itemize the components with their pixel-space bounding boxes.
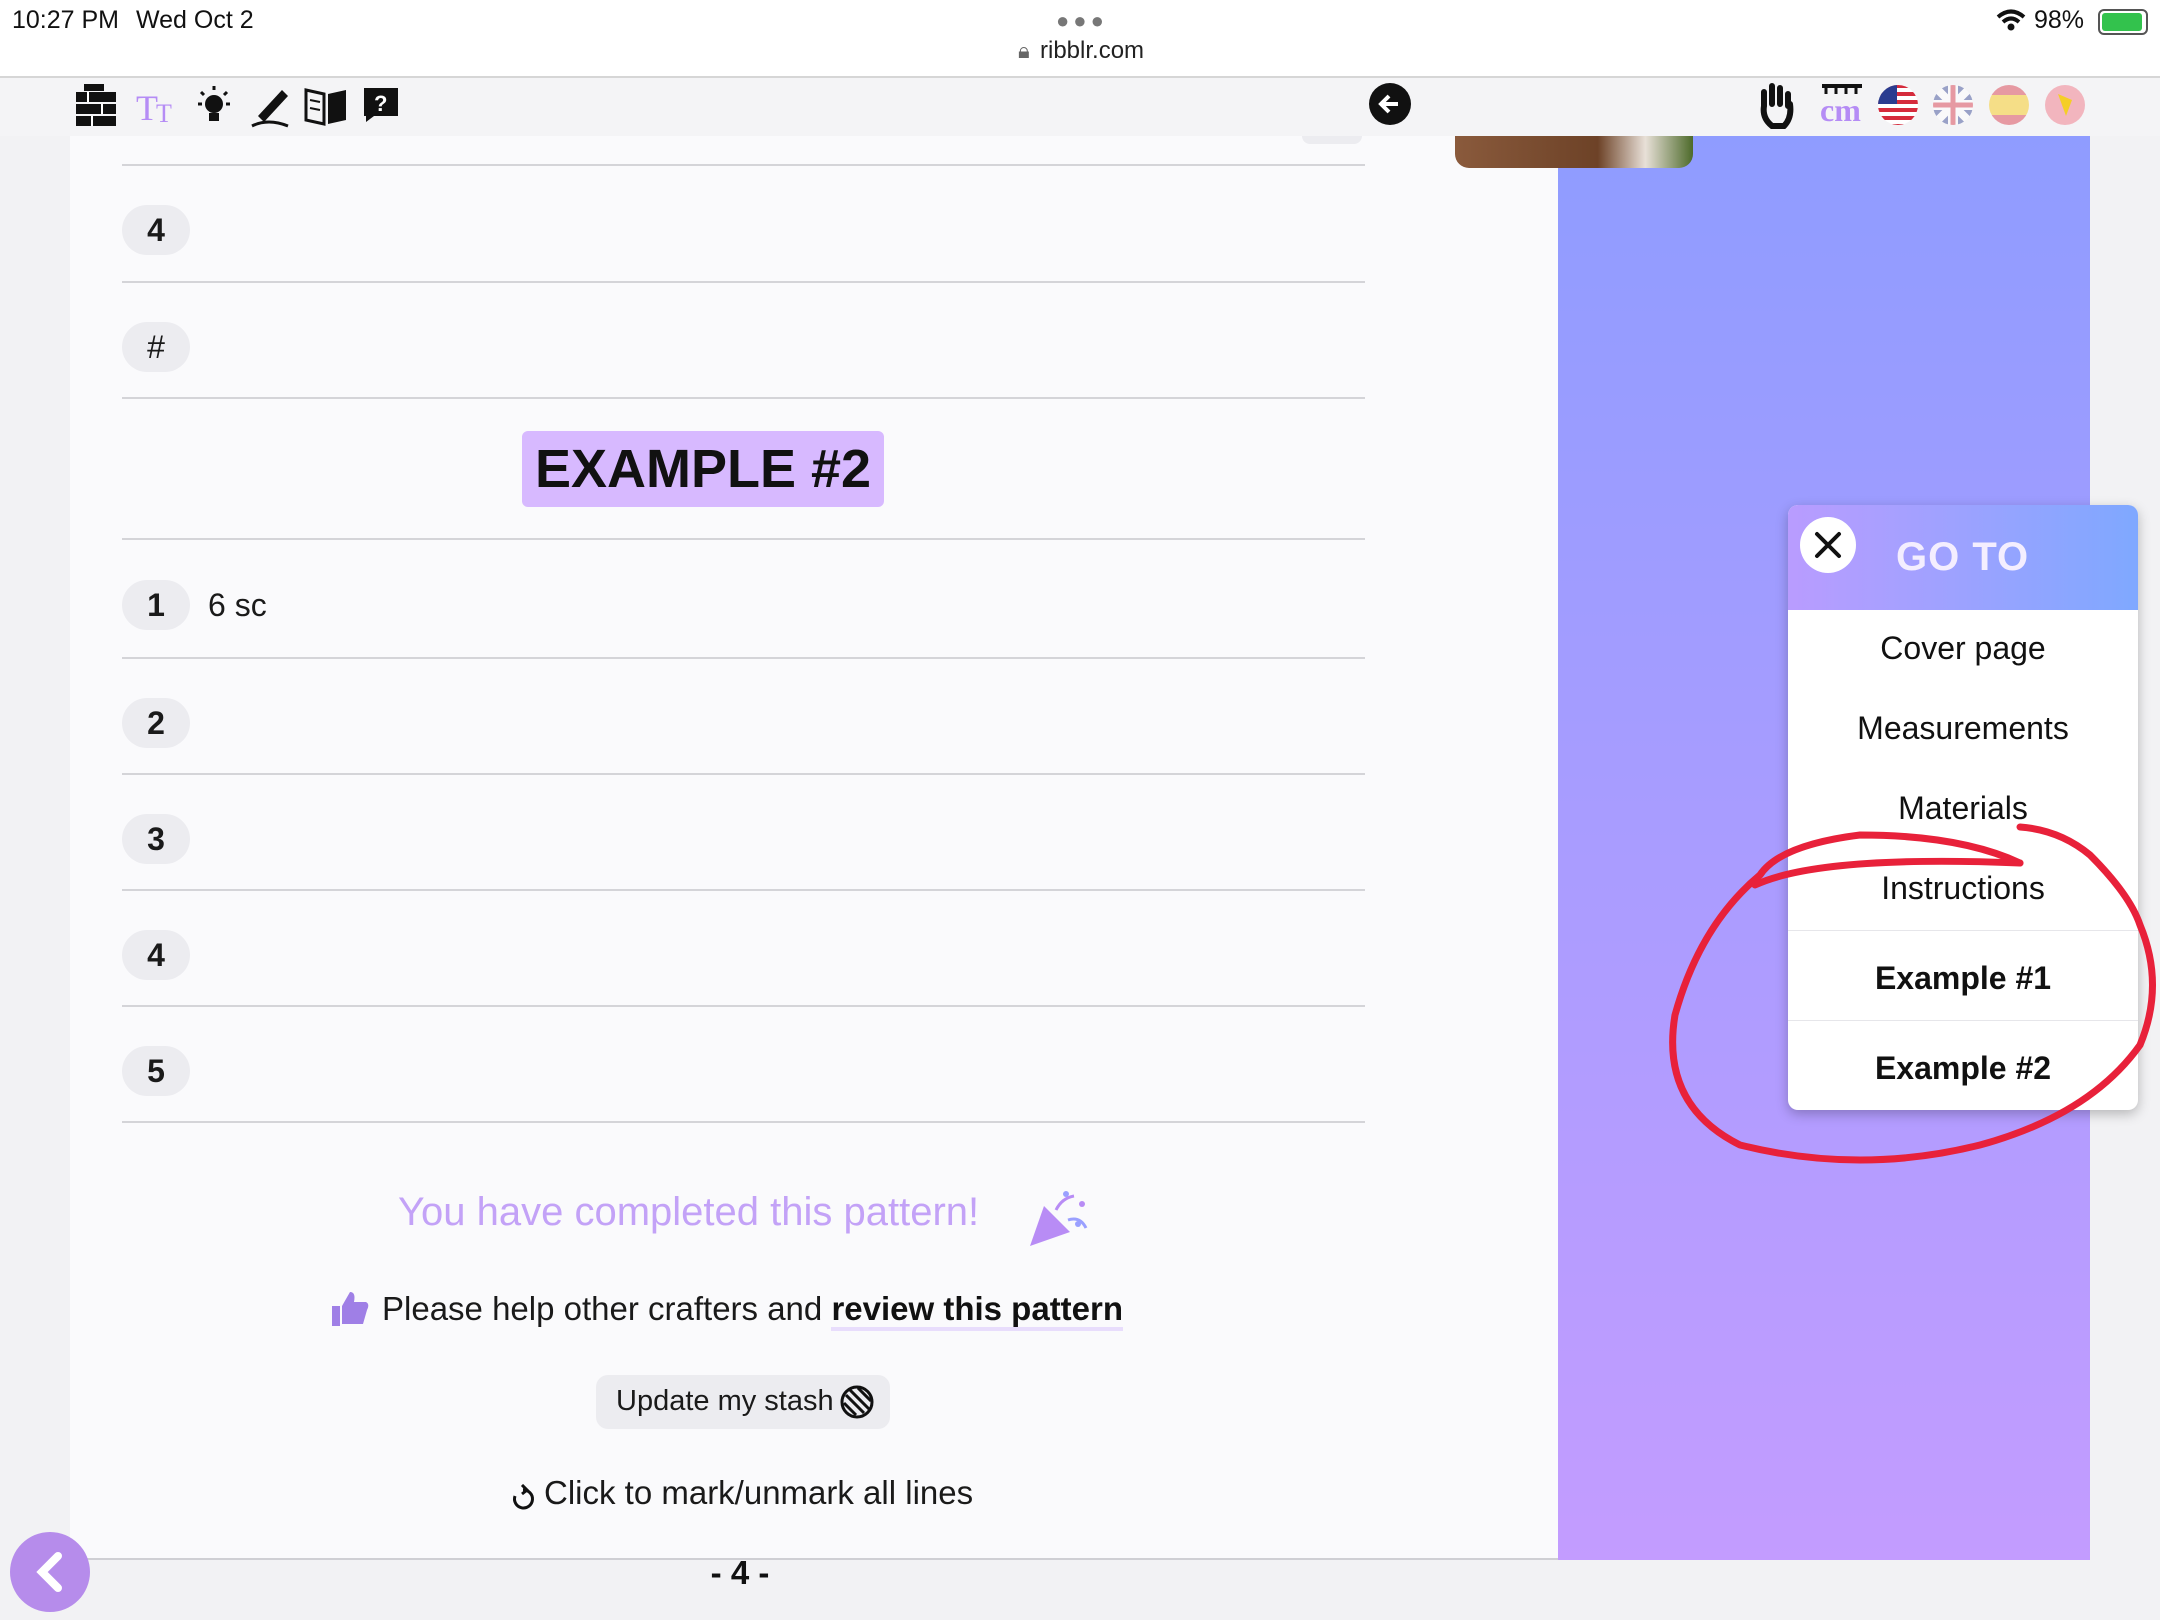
top-pill-fragment bbox=[1302, 136, 1362, 144]
pen-icon[interactable] bbox=[248, 84, 292, 128]
row-divider bbox=[122, 397, 1365, 399]
row-number[interactable]: 5 bbox=[122, 1046, 190, 1096]
close-goto-button[interactable] bbox=[1800, 517, 1856, 573]
update-stash-label: Update my stash bbox=[616, 1385, 834, 1417]
uk-flag-icon[interactable] bbox=[1932, 84, 1974, 126]
row-number[interactable]: 3 bbox=[122, 814, 190, 864]
us-flag-icon[interactable] bbox=[1877, 84, 1919, 126]
update-stash-button[interactable]: Update my stash bbox=[596, 1375, 890, 1429]
battery-icon bbox=[2098, 9, 2148, 35]
status-date: Wed Oct 2 bbox=[136, 6, 254, 34]
row-divider bbox=[122, 773, 1365, 775]
cm-label: cm bbox=[1820, 92, 1861, 128]
units-toggle[interactable]: cm bbox=[1820, 82, 1864, 130]
goto-header: GO TO bbox=[1788, 505, 2138, 610]
refresh-icon bbox=[513, 1484, 534, 1510]
book-icon[interactable] bbox=[304, 84, 348, 128]
hand-icon[interactable] bbox=[1756, 82, 1796, 130]
address-url[interactable]: ribblr.com bbox=[1040, 37, 1144, 65]
battery-percent: 98% bbox=[2034, 6, 2085, 34]
row-divider bbox=[122, 538, 1365, 540]
svg-text:T: T bbox=[136, 88, 158, 128]
wifi-icon bbox=[1996, 9, 2026, 31]
row-divider bbox=[122, 657, 1365, 659]
status-bar: 10:27 PM Wed Oct 2 ●●● 🔒︎ ribblr.com 98% bbox=[0, 0, 2160, 78]
globe-icon[interactable] bbox=[2044, 84, 2086, 126]
row-divider bbox=[122, 164, 1365, 166]
reader-toolbar: T T ? cm bbox=[0, 78, 2160, 136]
row-text[interactable]: 6 sc bbox=[208, 587, 267, 624]
close-icon bbox=[1815, 532, 1841, 558]
party-popper-icon bbox=[1030, 1191, 1088, 1246]
review-prefix: Please help other crafters and bbox=[382, 1290, 823, 1327]
more-dots-icon[interactable]: ●●● bbox=[1056, 8, 1108, 34]
row-number[interactable]: 4 bbox=[122, 205, 190, 255]
back-arrow-icon[interactable] bbox=[1368, 82, 1412, 126]
status-time: 10:27 PM bbox=[12, 6, 120, 34]
svg-text:?: ? bbox=[374, 91, 387, 116]
thumbs-up-icon bbox=[332, 1292, 369, 1326]
row-divider bbox=[122, 1005, 1365, 1007]
spain-flag-icon[interactable] bbox=[1988, 84, 2030, 126]
completed-message: You have completed this pattern! bbox=[398, 1190, 980, 1234]
page-number: - 4 - bbox=[710, 1554, 770, 1591]
section-title: EXAMPLE #2 bbox=[534, 439, 872, 499]
yarn-stash-icon[interactable] bbox=[74, 84, 118, 128]
pattern-photo bbox=[1455, 136, 1693, 168]
row-number[interactable]: # bbox=[122, 322, 190, 372]
previous-page-button[interactable] bbox=[10, 1532, 90, 1612]
row-number[interactable]: 1 bbox=[122, 580, 190, 630]
red-circle-annotation bbox=[1669, 823, 2156, 1164]
row-divider bbox=[122, 889, 1365, 891]
help-icon[interactable]: ? bbox=[362, 86, 400, 124]
pattern-page bbox=[70, 136, 1558, 1560]
lightbulb-icon[interactable] bbox=[192, 84, 236, 128]
goto-title: GO TO bbox=[1896, 535, 2030, 579]
text-size-icon[interactable]: T T bbox=[136, 84, 180, 128]
page-bottom-border bbox=[70, 1558, 1558, 1560]
review-link[interactable]: review this pattern bbox=[831, 1290, 1124, 1331]
chevron-left-icon bbox=[36, 1552, 62, 1592]
row-divider bbox=[122, 1121, 1365, 1123]
goto-item-measurements[interactable]: Measurements bbox=[1788, 710, 2138, 747]
row-number[interactable]: 4 bbox=[122, 930, 190, 980]
lock-icon: 🔒︎ bbox=[1018, 38, 1030, 63]
row-divider bbox=[122, 281, 1365, 283]
mark-all-lines-link[interactable]: Click to mark/unmark all lines bbox=[544, 1474, 973, 1512]
row-number[interactable]: 2 bbox=[122, 698, 190, 748]
yarn-ball-icon bbox=[840, 1385, 874, 1419]
svg-text:T: T bbox=[156, 99, 172, 128]
section-title-highlight: EXAMPLE #2 bbox=[522, 431, 884, 507]
review-prompt: Please help other crafters and review th… bbox=[382, 1290, 1124, 1331]
goto-item-cover-page[interactable]: Cover page bbox=[1788, 630, 2138, 667]
